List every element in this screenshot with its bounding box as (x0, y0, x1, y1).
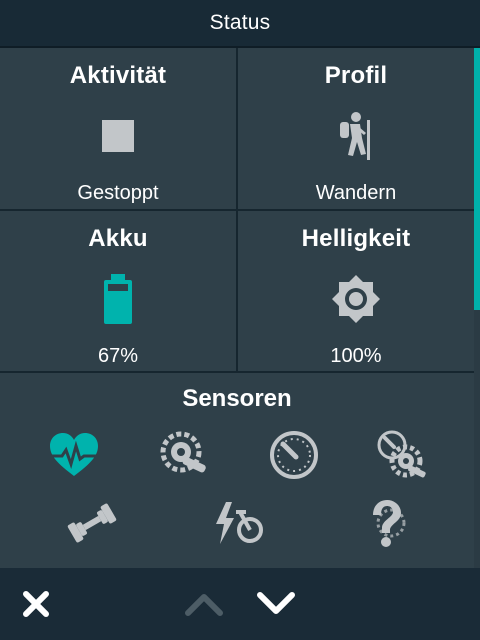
close-icon[interactable] (6, 574, 66, 634)
sensors-title: Sensoren (182, 385, 292, 412)
speed-cadence-sensor-icon[interactable] (372, 427, 432, 483)
footer-bar (0, 568, 480, 640)
scrollbar[interactable] (474, 48, 480, 568)
tile-title: Akku (88, 225, 148, 252)
power-meter-icon[interactable] (156, 427, 216, 483)
battery-icon (101, 267, 135, 331)
heart-rate-icon[interactable] (44, 427, 104, 483)
tile-value: Gestoppt (77, 182, 159, 204)
ebike-icon[interactable] (208, 495, 268, 551)
scrollbar-thumb[interactable] (474, 48, 480, 310)
tile-activity[interactable]: Aktivität Gestoppt (0, 48, 236, 209)
smart-trainer-icon[interactable] (62, 495, 122, 551)
tile-value: 100% (330, 345, 382, 367)
speed-sensor-icon[interactable] (264, 427, 324, 483)
hiker-icon (332, 104, 380, 168)
tile-value: 67% (97, 345, 139, 367)
sensors-panel[interactable]: Sensoren (0, 373, 474, 568)
tile-brightness[interactable]: Helligkeit 100% (238, 211, 474, 371)
tile-title: Aktivität (69, 62, 167, 89)
status-grid: Aktivität Gestoppt Profil Wandern Akku 6… (0, 48, 474, 568)
page-title: Status (209, 11, 271, 34)
unknown-sensor-icon[interactable] (356, 495, 416, 551)
chevron-down-icon[interactable] (246, 574, 306, 634)
tile-battery[interactable]: Akku 67% (0, 211, 236, 371)
brightness-icon (330, 267, 382, 331)
tile-title: Profil (324, 62, 388, 89)
tile-title: Helligkeit (301, 225, 411, 252)
tile-profile[interactable]: Profil Wandern (238, 48, 474, 209)
header-bar: Status (0, 0, 480, 48)
stop-icon (98, 104, 138, 168)
chevron-up-icon[interactable] (174, 574, 234, 634)
tile-value: Wandern (315, 182, 397, 204)
